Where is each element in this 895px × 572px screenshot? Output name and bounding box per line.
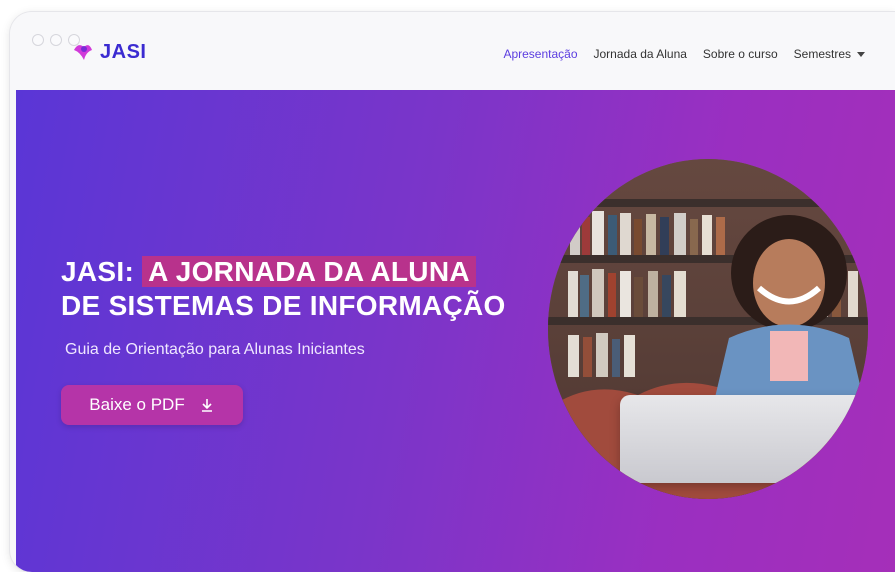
brand-name: JASI — [100, 40, 147, 63]
hero-title: JASI: A JORNADA DA ALUNA DE SISTEMAS DE … — [61, 255, 506, 323]
student-photo — [548, 159, 868, 499]
hero-subtitle: Guia de Orientação para Alunas Iniciante… — [65, 341, 365, 358]
browser-frame: JASI Apresentação Jornada da Aluna Sobre… — [10, 12, 895, 572]
student-illustration — [709, 215, 868, 423]
hero-title-prefix: JASI: — [61, 256, 135, 287]
window-dot — [50, 34, 62, 46]
nav-sobre-o-curso[interactable]: Sobre o curso — [703, 47, 778, 61]
hero-title-line-2: DE SISTEMAS DE INFORMAÇÃO — [61, 290, 506, 321]
nav-semestres-label: Semestres — [793, 47, 851, 61]
nav-semestres-dropdown[interactable]: Semestres — [794, 47, 865, 61]
brand-logo[interactable]: JASI — [72, 40, 146, 64]
download-pdf-label: Baixe o PDF — [89, 395, 185, 414]
window-dot — [32, 34, 44, 46]
main-nav: Apresentação Jornada da Aluna Sobre o cu… — [503, 47, 865, 61]
nav-jornada-da-aluna[interactable]: Jornada da Aluna — [594, 47, 687, 61]
chevron-down-icon — [857, 51, 865, 57]
hero-section: JASI: A JORNADA DA ALUNA DE SISTEMAS DE … — [16, 90, 895, 572]
laptop-illustration — [620, 395, 864, 483]
top-navbar: JASI Apresentação Jornada da Aluna Sobre… — [10, 12, 895, 90]
download-icon — [201, 399, 212, 412]
hero-title-line-1: JASI: A JORNADA DA ALUNA — [61, 255, 506, 289]
download-pdf-button[interactable]: Baixe o PDF — [61, 385, 243, 425]
logo-icon — [74, 45, 92, 60]
hero-title-highlight: A JORNADA DA ALUNA — [142, 256, 476, 287]
nav-apresentacao[interactable]: Apresentação — [503, 47, 577, 61]
